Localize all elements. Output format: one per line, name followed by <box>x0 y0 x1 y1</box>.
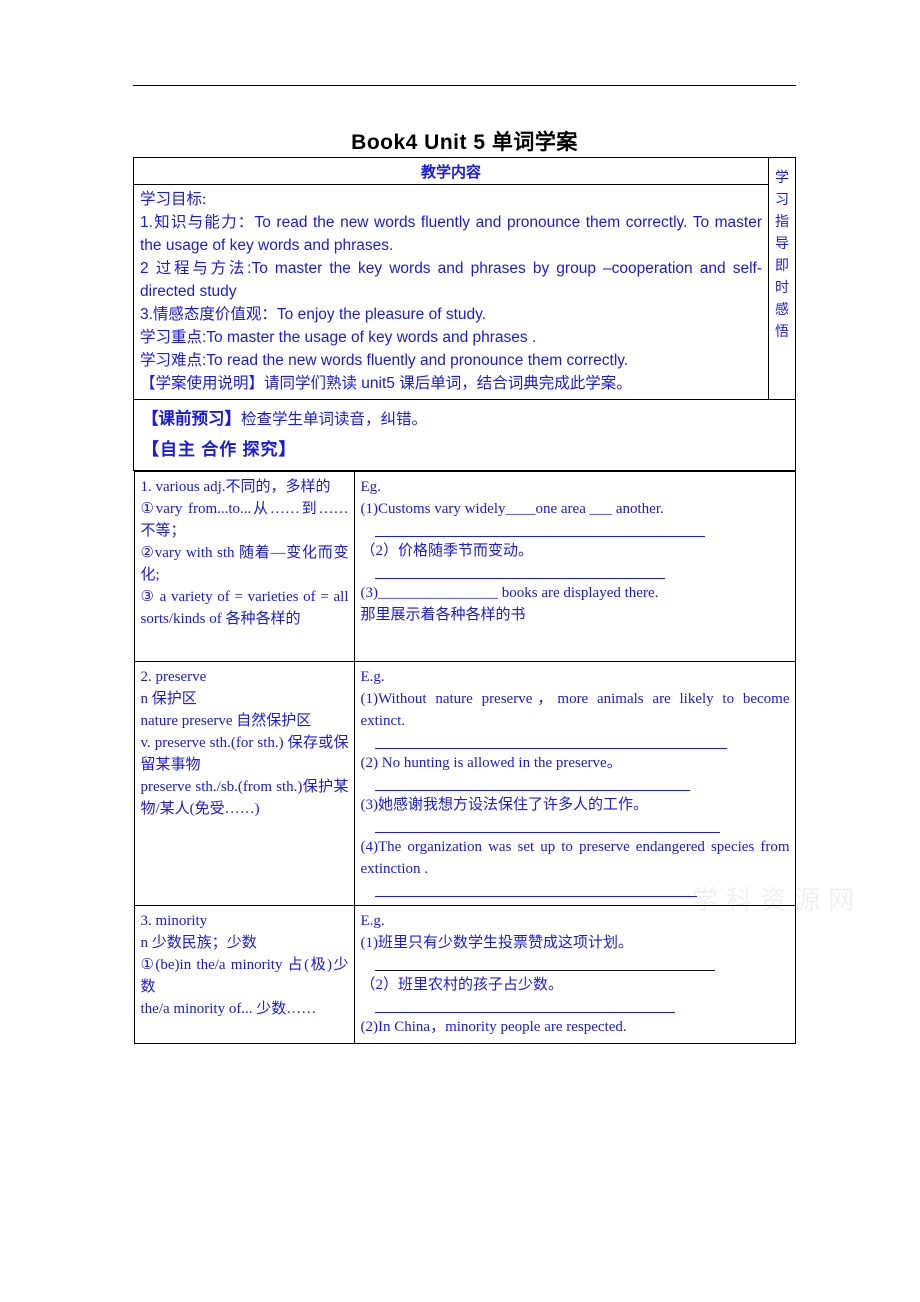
term-2-line-5: preserve sth./sb.(from sth.)保护某物/某人(免受……… <box>140 779 349 817</box>
header-cell-side: 学习指导即时感悟 <box>768 157 796 400</box>
term-1-line-3: ②vary with sth 随着—变化而变化; <box>140 545 349 583</box>
vocab-term-cell-3: 3. minority n 少数民族；少数 ①(be)in the/a mino… <box>133 905 355 1044</box>
example-3-2: （2）班里农村的孩子占少数。 <box>360 977 564 993</box>
term-3-line-3: ①(be)in the/a minority 占(极)少数 <box>140 957 349 995</box>
term-1-line-2: ①vary from...to...从……到……不等； <box>140 501 349 539</box>
term-1-line-4: ③ a variety of = varieties of = all sort… <box>140 589 349 627</box>
preparation-line-2: 【自主 合作 探究】 <box>142 440 297 459</box>
preparation-block: 【课前预习】检查学生单词读音，纠错。 【自主 合作 探究】 <box>134 400 795 470</box>
objective-item-1: 1.知识与能力：To read the new words fluently a… <box>140 214 762 254</box>
vocab-term-cell-2: 2. preserve n 保护区 nature preserve 自然保护区 … <box>133 661 355 906</box>
answer-blank-2-3[interactable] <box>374 817 720 833</box>
objectives-heading: 学习目标: <box>140 191 207 208</box>
term-3-line-4: the/a minority of... 少数…… <box>140 1001 317 1017</box>
vocab-table: 1. various adj.不同的，多样的 ①vary from...to..… <box>133 471 796 1044</box>
answer-blank-1-2[interactable] <box>374 563 665 579</box>
objectives-row: 学习目标: 1.知识与能力：To read the new words flue… <box>133 184 796 400</box>
preparation-label-normal: 检查学生单词读音，纠错。 <box>241 411 428 428</box>
vocab-row-2: 2. preserve n 保护区 nature preserve 自然保护区 … <box>133 661 796 906</box>
example-2-4: (4)The organization was set up to preser… <box>360 839 790 877</box>
term-3-line-1: 3. minority <box>140 913 208 929</box>
entries-cell: 1. various adj.不同的，多样的 ①vary from...to..… <box>133 471 796 1044</box>
objective-item-5: 学习难点:To read the new words fluently and … <box>140 352 629 369</box>
preparation-cell: 【课前预习】检查学生单词读音，纠错。 【自主 合作 探究】 <box>133 399 796 471</box>
vocab-example-cell-3: E.g. (1)班里只有少数学生投票赞成这项计划。 （2）班里农村的孩子占少数。… <box>353 905 796 1044</box>
objective-item-4: 学习重点:To master the usage of key words an… <box>140 329 537 346</box>
answer-blank-2-4[interactable] <box>374 881 697 897</box>
objective-item-3: 3.情感态度价值观：To enjoy the pleasure of study… <box>140 306 487 323</box>
example-2-3: (3)她感谢我想方设法保住了许多人的工作。 <box>360 797 649 813</box>
term-2-line-3: nature preserve 自然保护区 <box>140 713 312 729</box>
example-3-3: (2)In China，minority people are respecte… <box>360 1019 627 1035</box>
vocab-term-cell-1: 1. various adj.不同的，多样的 ①vary from...to..… <box>133 471 355 662</box>
term-3-line-2: n 少数民族；少数 <box>140 935 257 951</box>
answer-blank-2-2[interactable] <box>374 775 690 791</box>
preparation-row: 【课前预习】检查学生单词读音，纠错。 【自主 合作 探究】 <box>133 399 796 471</box>
worksheet-table: 教学内容 学习指导即时感悟 学习目标: 1.知识与能力：To read the … <box>133 157 796 1044</box>
header-rule <box>133 85 796 86</box>
header-cell-main: 教学内容 <box>133 157 769 185</box>
answer-blank-2-1[interactable] <box>374 733 727 749</box>
side-guide-label: 学习指导即时感悟 <box>775 169 789 339</box>
objectives-block: 学习目标: 1.知识与能力：To read the new words flue… <box>134 185 768 399</box>
eg-label-3: E.g. <box>360 913 385 929</box>
objectives-cell: 学习目标: 1.知识与能力：To read the new words flue… <box>133 184 769 400</box>
page-title: Book4 Unit 5 单词学案 <box>351 131 578 154</box>
example-1-3: (3)________________ books are displayed … <box>360 585 659 601</box>
example-1-4: 那里展示着各种各样的书 <box>360 607 526 623</box>
eg-label-1: Eg. <box>360 479 381 495</box>
objective-item-2: 2 过程与方法:To master the key words and phra… <box>140 260 762 300</box>
objective-item-6: 【学案使用说明】请同学们熟读 unit5 课后单词，结合词典完成此学案。 <box>140 375 632 392</box>
vocab-row-1: 1. various adj.不同的，多样的 ①vary from...to..… <box>133 471 796 662</box>
table-header-row: 教学内容 学习指导即时感悟 <box>133 157 796 400</box>
eg-label-2: E.g. <box>360 669 385 685</box>
vocab-example-cell-2: E.g. (1)Without nature preserve，more ani… <box>353 661 796 906</box>
example-3-1: (1)班里只有少数学生投票赞成这项计划。 <box>360 935 634 951</box>
answer-blank-1-1[interactable] <box>374 521 705 537</box>
preparation-label-bold: 【课前预习】 <box>142 409 241 428</box>
document-page: Book4 Unit 5 单词学案 学科资源网 教学内容 学习指导即时感悟 学习… <box>0 0 920 1302</box>
example-2-1: (1)Without nature preserve，more animals … <box>360 691 790 729</box>
answer-blank-3-2[interactable] <box>374 997 675 1013</box>
example-2-2: (2) No hunting is allowed in the preserv… <box>360 755 622 771</box>
preparation-line-1: 【课前预习】检查学生单词读音，纠错。 <box>142 404 789 435</box>
entries-row: 1. various adj.不同的，多样的 ①vary from...to..… <box>133 471 796 1044</box>
term-1-line-1: 1. various adj.不同的，多样的 <box>140 479 331 495</box>
header-main-label: 教学内容 <box>420 164 481 181</box>
vocab-row-3: 3. minority n 少数民族；少数 ①(be)in the/a mino… <box>133 905 796 1044</box>
example-1-2: （2）价格随季节而变动。 <box>360 543 534 559</box>
term-2-spacer <box>141 820 349 846</box>
example-1-1: (1)Customs vary widely____one area ___ a… <box>360 501 664 517</box>
vocab-example-cell-1: Eg. (1)Customs vary widely____one area _… <box>353 471 796 662</box>
term-2-line-2: n 保护区 <box>140 691 197 707</box>
term-1-spacer <box>141 630 349 656</box>
term-2-line-4: v. preserve sth.(for sth.) 保存或保留某事物 <box>140 735 349 773</box>
answer-blank-3-1[interactable] <box>374 955 715 971</box>
term-2-line-1: 2. preserve <box>140 669 207 685</box>
